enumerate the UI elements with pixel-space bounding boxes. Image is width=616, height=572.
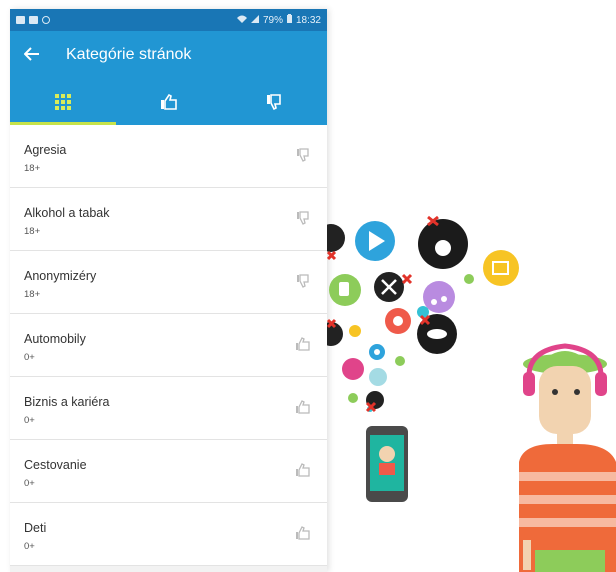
app-bar: Kategórie stránok <box>10 31 327 79</box>
category-list: Agresia 18+ Alkohol a tabak 18+ Anonymiz… <box>10 125 327 566</box>
thumbs-up-icon[interactable] <box>295 525 311 541</box>
phone-screen: 79% 18:32 Kategórie stránok Agresia 18+ … <box>10 9 327 572</box>
tab-blocked[interactable] <box>221 79 327 125</box>
page-title: Kategórie stránok <box>66 46 192 63</box>
back-arrow-icon[interactable] <box>23 44 50 67</box>
app-bubble-icon <box>327 224 345 252</box>
category-name: Agresia <box>24 143 67 157</box>
tab-allowed[interactable] <box>116 79 222 125</box>
list-item[interactable]: Deti 0+ <box>10 503 327 566</box>
thumbs-up-icon <box>160 94 177 110</box>
grid-icon <box>54 94 71 110</box>
category-age: 0+ <box>24 541 35 552</box>
pen-icon <box>342 358 364 380</box>
thumbs-up-icon[interactable] <box>295 399 311 415</box>
tab-all-categories[interactable] <box>10 79 116 125</box>
thumbs-up-icon[interactable] <box>295 462 311 478</box>
thumbs-down-icon[interactable] <box>295 210 311 226</box>
category-name: Alkohol a tabak <box>24 206 110 220</box>
status-bar: 79% 18:32 <box>10 9 327 31</box>
thumbs-down-icon <box>267 94 281 110</box>
list-item[interactable]: Cestovanie 0+ <box>10 440 327 503</box>
category-age: 18+ <box>24 163 41 174</box>
list-item[interactable]: Automobily 0+ <box>10 314 327 377</box>
category-age: 0+ <box>24 415 35 426</box>
category-name: Deti <box>24 521 47 535</box>
category-name: Automobily <box>24 332 86 346</box>
music-icon <box>423 281 455 313</box>
category-age: 0+ <box>24 478 35 489</box>
notification-icon <box>42 16 50 24</box>
list-item[interactable]: Alkohol a tabak 18+ <box>10 188 327 251</box>
list-item[interactable]: Anonymizéry 18+ <box>10 251 327 314</box>
category-age: 0+ <box>24 352 35 363</box>
thumbs-up-icon[interactable] <box>295 336 311 352</box>
thumbs-down-icon[interactable] <box>295 147 311 163</box>
category-age: 18+ <box>24 226 41 237</box>
category-age: 18+ <box>24 289 41 300</box>
list-item[interactable]: Agresia 18+ <box>10 125 327 188</box>
wifi-icon <box>236 15 247 26</box>
signal-icon <box>250 14 259 26</box>
category-name: Anonymizéry <box>24 269 97 283</box>
category-name: Biznis a kariéra <box>24 395 110 409</box>
notification-icon <box>16 16 25 24</box>
notification-icon <box>29 16 38 24</box>
battery-percent: 79% <box>262 14 283 26</box>
thumbs-down-icon[interactable] <box>295 273 311 289</box>
category-name: Cestovanie <box>24 458 87 472</box>
tab-bar <box>10 79 327 125</box>
list-item[interactable]: Biznis a kariéra 0+ <box>10 377 327 440</box>
battery-icon <box>286 14 292 26</box>
child-illustration-icon <box>519 343 616 572</box>
bag-icon <box>483 250 519 286</box>
status-time: 18:32 <box>295 14 321 26</box>
illustration <box>327 215 616 572</box>
